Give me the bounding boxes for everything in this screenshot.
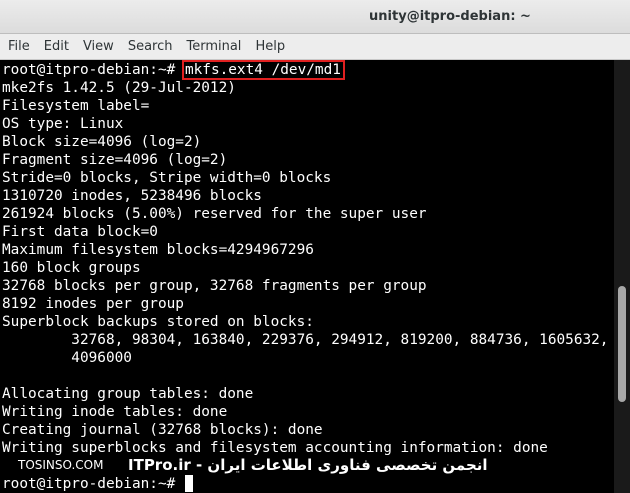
window-titlebar[interactable]: unity@itpro-debian: ~ xyxy=(0,0,630,34)
highlighted-command: mkfs.ext4 /dev/md1 xyxy=(181,60,345,80)
output-line: Maximum filesystem blocks=4294967296 xyxy=(2,242,314,258)
output-line: Allocating group tables: done xyxy=(2,386,254,402)
menu-terminal[interactable]: Terminal xyxy=(181,39,246,54)
terminal-output[interactable]: root@itpro-debian:~# mkfs.ext4 /dev/md1 … xyxy=(0,60,614,493)
menu-bar: File Edit View Search Terminal Help xyxy=(0,34,630,60)
final-prompt-line: root@itpro-debian:~# xyxy=(2,475,614,493)
window-title: unity@itpro-debian: ~ xyxy=(369,9,531,24)
scrollbar-thumb[interactable] xyxy=(618,286,626,402)
menu-help[interactable]: Help xyxy=(250,39,290,54)
output-line: Filesystem label= xyxy=(2,98,150,114)
output-lines: mke2fs 1.42.5 (29-Jul-2012) Filesystem la… xyxy=(2,79,614,475)
output-line: mke2fs 1.42.5 (29-Jul-2012) xyxy=(2,80,236,96)
vertical-scrollbar[interactable] xyxy=(614,60,630,493)
output-line: First data block=0 xyxy=(2,224,158,240)
output-line: Writing inode tables: done xyxy=(2,404,228,420)
shell-prompt: root@itpro-debian:~# xyxy=(2,62,184,78)
command-line: root@itpro-debian:~# mkfs.ext4 /dev/md1 xyxy=(2,60,614,80)
output-line: 1310720 inodes, 5238496 blocks xyxy=(2,188,262,204)
output-line: OS type: Linux xyxy=(2,116,124,132)
menu-view[interactable]: View xyxy=(78,39,119,54)
output-line: Stride=0 blocks, Stripe width=0 blocks xyxy=(2,170,332,186)
output-line: Superblock backups stored on blocks: xyxy=(2,314,314,330)
output-line: 32768, 98304, 163840, 229376, 294912, 81… xyxy=(2,332,609,348)
output-line: 261924 blocks (5.00%) reserved for the s… xyxy=(2,206,427,222)
output-line: Creating journal (32768 blocks): done xyxy=(2,422,323,438)
text-cursor xyxy=(184,475,193,492)
menu-edit[interactable]: Edit xyxy=(39,39,74,54)
output-line: Block size=4096 (log=2) xyxy=(2,134,202,150)
output-line: 160 block groups xyxy=(2,260,141,276)
output-line: Writing superblocks and filesystem accou… xyxy=(2,440,548,456)
output-line: Fragment size=4096 (log=2) xyxy=(2,152,228,168)
menu-search[interactable]: Search xyxy=(123,39,178,54)
output-line: 4096000 xyxy=(2,350,132,366)
output-line: 32768 blocks per group, 32768 fragments … xyxy=(2,278,427,294)
shell-prompt: root@itpro-debian:~# xyxy=(2,476,184,492)
menu-file[interactable]: File xyxy=(3,39,35,54)
output-line: 8192 inodes per group xyxy=(2,296,184,312)
